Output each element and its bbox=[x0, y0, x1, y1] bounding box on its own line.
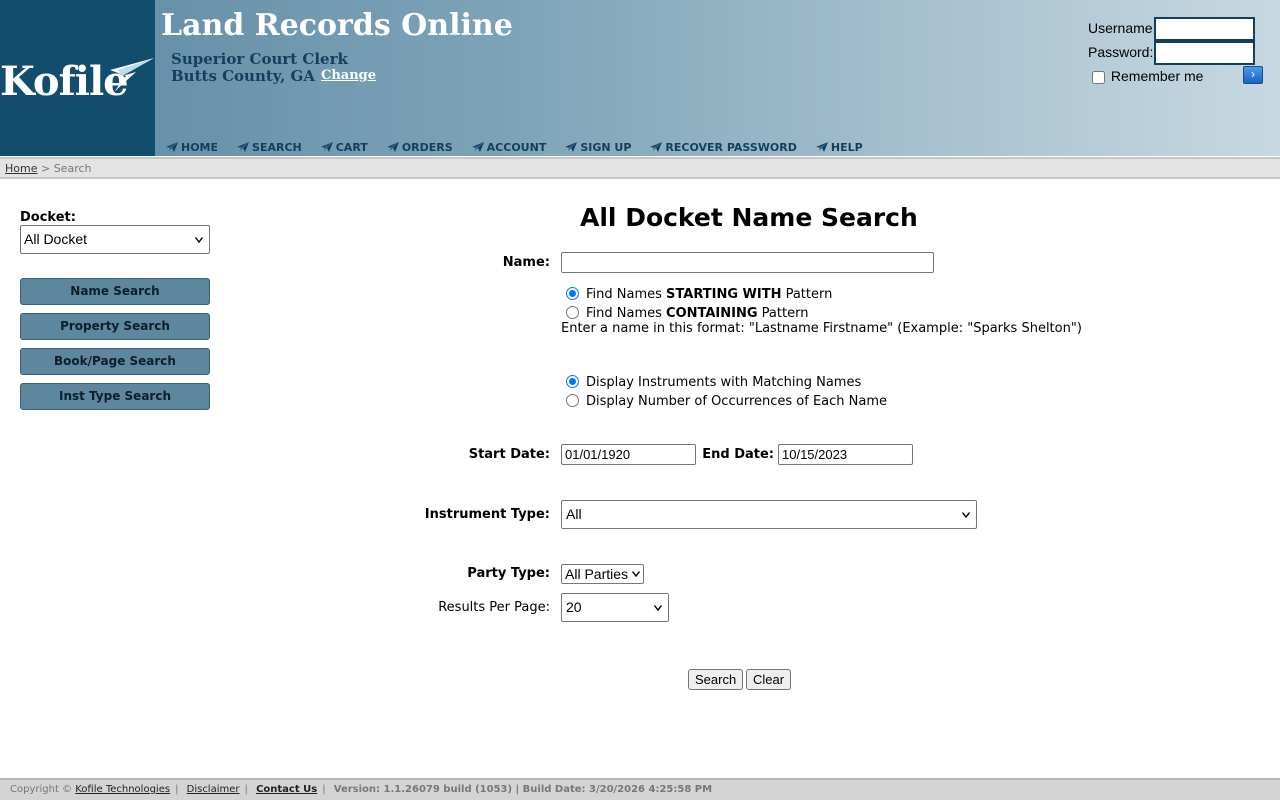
paper-plane-icon bbox=[320, 142, 333, 152]
nav-label: ACCOUNT bbox=[486, 141, 547, 154]
nav-label: HELP bbox=[830, 141, 863, 154]
nav-account[interactable]: ACCOUNT bbox=[471, 141, 547, 154]
nav-recover-password[interactable]: RECOVER PASSWORD bbox=[650, 141, 797, 154]
instrument-type-value: All bbox=[566, 506, 582, 522]
company-link[interactable]: Kofile Technologies bbox=[75, 784, 170, 795]
kofile-logo[interactable]: Kofile bbox=[0, 0, 155, 156]
breadcrumb-current: Search bbox=[53, 162, 92, 175]
match-option-containing[interactable]: Find Names CONTAINING Pattern bbox=[566, 306, 808, 321]
option-text: Find Names bbox=[586, 287, 667, 302]
page-title: All Docket Name Search bbox=[580, 203, 918, 232]
chevron-down-icon bbox=[632, 571, 640, 577]
starting-with-radio[interactable] bbox=[566, 287, 579, 300]
name-label: Name: bbox=[502, 255, 550, 270]
option-keyword: CONTAINING bbox=[666, 306, 758, 321]
option-text: Pattern bbox=[757, 306, 809, 321]
password-input[interactable] bbox=[1154, 41, 1255, 65]
username-label: Username: bbox=[1088, 20, 1157, 36]
remember-me-label: Remember me bbox=[1110, 68, 1204, 84]
breadcrumb-separator: > bbox=[40, 162, 51, 175]
option-keyword: STARTING WITH bbox=[666, 287, 782, 302]
name-search-button[interactable]: Name Search bbox=[20, 278, 210, 305]
nav-help[interactable]: HELP bbox=[815, 141, 863, 154]
main-nav: HOME SEARCH CART ORDERS ACCOUNT SIGN UP RECOVE… bbox=[166, 140, 882, 156]
nav-label: RECOVER PASSWORD bbox=[665, 141, 797, 154]
start-date-label: Start Date: bbox=[468, 447, 550, 462]
nav-label: SIGN UP bbox=[580, 141, 632, 154]
containing-radio[interactable] bbox=[566, 306, 579, 319]
property-search-button[interactable]: Property Search bbox=[20, 313, 210, 340]
change-county-link[interactable]: Change bbox=[321, 68, 376, 83]
inst-type-search-button[interactable]: Inst Type Search bbox=[20, 383, 210, 410]
chevron-down-icon bbox=[962, 511, 970, 518]
option-text: Display Instruments with Matching Names bbox=[586, 375, 862, 390]
arrow-right-icon: › bbox=[1251, 67, 1255, 81]
remember-me-checkbox[interactable] bbox=[1092, 70, 1105, 84]
site-header: Kofile Land Records Online Superior Cour… bbox=[0, 0, 1280, 156]
breadcrumb-home-link[interactable]: Home bbox=[5, 162, 37, 175]
option-text: Find Names bbox=[586, 306, 667, 321]
end-date-label: End Date: bbox=[702, 447, 774, 462]
username-row: Username: bbox=[1088, 17, 1255, 41]
paper-plane-icon bbox=[565, 142, 578, 152]
nav-search[interactable]: SEARCH bbox=[237, 141, 302, 154]
docket-select-value: All Docket bbox=[24, 231, 88, 247]
display-option-instruments[interactable]: Display Instruments with Matching Names bbox=[566, 375, 861, 390]
book-page-search-button[interactable]: Book/Page Search bbox=[20, 348, 210, 375]
copyright-text: Copyright © bbox=[10, 784, 73, 795]
logo-swoosh-icon bbox=[110, 58, 154, 92]
nav-label: ORDERS bbox=[401, 141, 453, 154]
county-name: Butts County, GA bbox=[171, 67, 315, 85]
name-input[interactable] bbox=[561, 252, 934, 273]
results-per-page-label: Results Per Page: bbox=[438, 600, 550, 615]
paper-plane-icon bbox=[386, 142, 399, 152]
nav-home[interactable]: HOME bbox=[166, 141, 218, 154]
chevron-down-icon bbox=[195, 236, 203, 243]
docket-label: Docket: bbox=[20, 210, 76, 225]
name-format-hint: Enter a name in this format: "Lastname F… bbox=[561, 321, 1082, 336]
remember-row: Remember me bbox=[1092, 68, 1203, 84]
login-submit-button[interactable]: › bbox=[1243, 66, 1263, 84]
display-instruments-radio[interactable] bbox=[566, 375, 579, 388]
match-option-starting[interactable]: Find Names STARTING WITH Pattern bbox=[566, 287, 832, 302]
display-option-occurrences[interactable]: Display Number of Occurrences of Each Na… bbox=[566, 394, 887, 409]
org-name: Superior Court Clerk bbox=[171, 50, 348, 68]
nav-orders[interactable]: ORDERS bbox=[386, 141, 453, 154]
site-title: Land Records Online bbox=[161, 8, 513, 43]
instrument-type-select[interactable]: All bbox=[561, 500, 977, 529]
instrument-type-label: Instrument Type: bbox=[424, 507, 550, 522]
nav-label: SEARCH bbox=[252, 141, 302, 154]
party-type-label: Party Type: bbox=[467, 566, 550, 581]
nav-label: HOME bbox=[181, 141, 219, 154]
password-row: Password: bbox=[1088, 41, 1255, 65]
paper-plane-icon bbox=[650, 142, 663, 152]
search-button[interactable]: Search bbox=[688, 669, 744, 690]
version-info: Version: 1.1.26079 build (1053) | Build … bbox=[333, 784, 713, 795]
option-text: Pattern bbox=[781, 287, 833, 302]
paper-plane-icon bbox=[815, 142, 828, 152]
paper-plane-icon bbox=[237, 142, 250, 152]
clear-button[interactable]: Clear bbox=[746, 669, 792, 690]
display-occurrences-radio[interactable] bbox=[566, 394, 579, 407]
password-label: Password: bbox=[1088, 44, 1154, 60]
party-type-select[interactable]: All Parties bbox=[561, 564, 644, 584]
nav-label: CART bbox=[335, 141, 368, 154]
paper-plane-icon bbox=[471, 142, 484, 152]
breadcrumb: Home > Search bbox=[0, 157, 1280, 179]
party-type-value: All Parties bbox=[565, 566, 629, 582]
disclaimer-link[interactable]: Disclaimer bbox=[187, 784, 240, 795]
results-per-page-select[interactable]: 20 bbox=[561, 593, 669, 622]
start-date-input[interactable] bbox=[561, 444, 696, 465]
paper-plane-icon bbox=[166, 142, 178, 152]
docket-select[interactable]: All Docket bbox=[20, 225, 210, 254]
option-text: Display Number of Occurrences of Each Na… bbox=[586, 394, 888, 409]
contact-us-link[interactable]: Contact Us bbox=[256, 784, 317, 795]
nav-sign-up[interactable]: SIGN UP bbox=[565, 141, 631, 154]
chevron-down-icon bbox=[654, 604, 662, 611]
results-per-page-value: 20 bbox=[566, 599, 582, 615]
end-date-input[interactable] bbox=[778, 444, 913, 465]
nav-cart[interactable]: CART bbox=[320, 141, 368, 154]
page-footer: Copyright © Kofile Technologies | Disclai… bbox=[0, 778, 1280, 800]
username-input[interactable] bbox=[1154, 17, 1255, 41]
